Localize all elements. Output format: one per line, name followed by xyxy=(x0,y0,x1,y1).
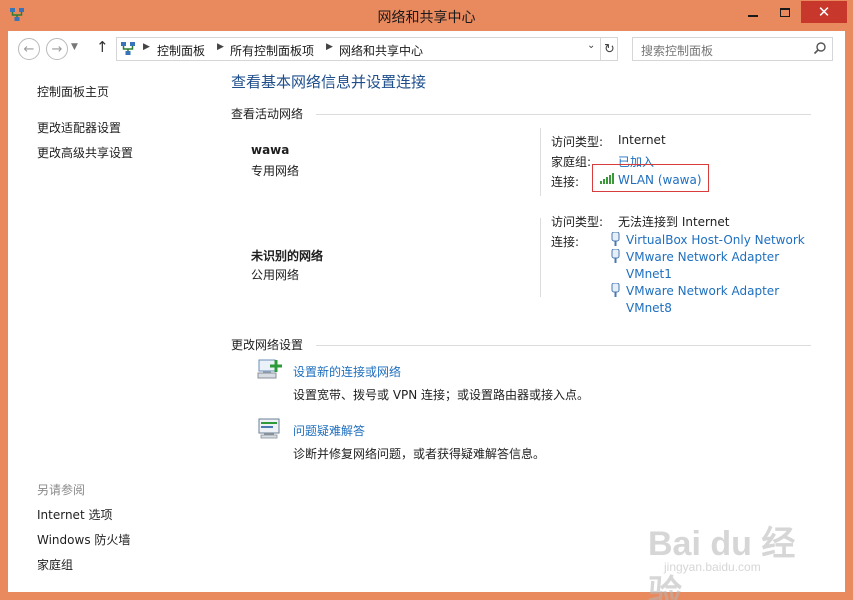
see-also-heading: 另请参阅 xyxy=(37,483,86,497)
access-type-value: Internet xyxy=(618,133,666,147)
see-also-homegroup[interactable]: 家庭组 xyxy=(37,556,73,573)
change-settings-heading: 更改网络设置 xyxy=(231,338,304,352)
main-content: 查看基本网络信息并设置连接 查看活动网络 wawa 专用网络 访问类型: Int… xyxy=(218,67,845,592)
close-icon: ✕ xyxy=(817,3,831,21)
connection-label: 连接: xyxy=(551,235,580,249)
section-divider xyxy=(316,114,811,115)
connection-label: 连接: xyxy=(551,175,580,189)
arrow-right-icon: → xyxy=(51,41,63,57)
sidebar-link-adapter-settings[interactable]: 更改适配器设置 xyxy=(37,119,121,136)
breadcrumb-network-center[interactable]: 网络和共享中心 xyxy=(339,42,423,59)
arrow-up-icon: ↑ xyxy=(96,38,109,56)
network-name: wawa xyxy=(251,143,290,157)
search-placeholder: 搜索控制面板 xyxy=(641,44,714,58)
close-button[interactable]: ✕ xyxy=(801,1,847,23)
recent-locations-button[interactable]: ▼ xyxy=(71,42,78,52)
network-category: 专用网络 xyxy=(251,164,300,178)
minimize-button[interactable] xyxy=(738,1,768,23)
vmnet8-connection-link[interactable]: VMware Network Adapter xyxy=(626,284,779,298)
title-bar[interactable]: 网络和共享中心 ✕ xyxy=(0,0,853,31)
breadcrumb-all-items[interactable]: 所有控制面板项 xyxy=(230,42,314,59)
section-divider xyxy=(316,345,811,346)
chevron-down-icon: ⌄ xyxy=(587,40,596,51)
access-type-label: 访问类型: xyxy=(551,215,604,229)
forward-button[interactable]: → xyxy=(46,38,68,60)
network-name: 未识别的网络 xyxy=(251,249,324,263)
see-also-internet-options[interactable]: Internet 选项 xyxy=(37,506,112,523)
access-type-label: 访问类型: xyxy=(551,135,604,149)
control-panel-icon xyxy=(121,42,135,55)
watermark-logo-text: Bai du 经验 xyxy=(648,525,796,600)
sidebar-link-sharing-settings[interactable]: 更改高级共享设置 xyxy=(37,144,133,161)
wifi-signal-icon xyxy=(600,173,614,184)
refresh-button[interactable]: ↻ xyxy=(600,38,618,60)
chevron-down-icon: ▼ xyxy=(71,42,78,52)
network-divider xyxy=(540,128,541,196)
baidu-watermark: Bai du 经验 jingyan.baidu.com xyxy=(648,516,818,600)
see-also-windows-firewall[interactable]: Windows 防火墙 xyxy=(37,531,130,548)
address-dropdown-button[interactable]: ⌄ xyxy=(587,40,595,51)
wlan-connection-link[interactable]: WLAN (wawa) xyxy=(618,173,702,187)
watermark-url: jingyan.baidu.com xyxy=(664,560,761,574)
breadcrumb-control-panel[interactable]: 控制面板 xyxy=(157,42,205,59)
network-adapter-icon xyxy=(611,283,620,297)
setup-connection-link[interactable]: 设置新的连接或网络 xyxy=(293,363,401,380)
search-icon[interactable] xyxy=(813,41,827,55)
troubleshoot-icon[interactable] xyxy=(257,417,283,441)
client-area: ← → ▼ ↑ ▶ 控制面板 ▶ 所有控制面板项 ▶ 网络和共享中心 ⌄ ↻ 搜… xyxy=(8,31,845,592)
maximize-button[interactable] xyxy=(770,1,800,23)
maximize-icon xyxy=(780,7,790,17)
arrow-left-icon: ← xyxy=(23,41,35,57)
active-networks-heading: 查看活动网络 xyxy=(231,107,304,121)
troubleshoot-link[interactable]: 问题疑难解答 xyxy=(293,422,365,439)
breadcrumb-separator-icon[interactable]: ▶ xyxy=(326,42,333,52)
back-button[interactable]: ← xyxy=(18,38,40,60)
minimize-icon xyxy=(748,15,758,17)
network-category: 公用网络 xyxy=(251,268,300,282)
vmnet8-connection-link-line2[interactable]: VMnet8 xyxy=(626,301,672,315)
page-title: 查看基本网络信息并设置连接 xyxy=(231,73,427,91)
sidebar-link-home[interactable]: 控制面板主页 xyxy=(37,83,109,100)
breadcrumb-separator-icon[interactable]: ▶ xyxy=(217,42,224,52)
homegroup-label: 家庭组: xyxy=(551,155,592,169)
network-divider xyxy=(540,218,541,297)
search-input[interactable]: 搜索控制面板 xyxy=(632,37,833,61)
refresh-icon: ↻ xyxy=(604,41,615,57)
vmnet1-connection-link[interactable]: VMware Network Adapter xyxy=(626,250,779,264)
vmnet1-connection-link-line2[interactable]: VMnet1 xyxy=(626,267,672,281)
virtualbox-connection-link[interactable]: VirtualBox Host-Only Network xyxy=(626,233,805,247)
window-title: 网络和共享中心 xyxy=(377,10,476,26)
navigation-bar: ← → ▼ ↑ ▶ 控制面板 ▶ 所有控制面板项 ▶ 网络和共享中心 ⌄ ↻ 搜… xyxy=(8,31,845,67)
up-button[interactable]: ↑ xyxy=(96,38,109,56)
address-bar[interactable]: ▶ 控制面板 ▶ 所有控制面板项 ▶ 网络和共享中心 ⌄ ↻ xyxy=(116,37,618,61)
new-connection-icon[interactable] xyxy=(257,358,283,382)
window: 网络和共享中心 ✕ ← → ▼ ↑ ▶ 控制面板 ▶ 所有控制面板项 ▶ 网络和… xyxy=(0,0,853,600)
troubleshoot-description: 诊断并修复网络问题，或者获得疑难解答信息。 xyxy=(293,447,546,461)
setup-connection-description: 设置宽带、拨号或 VPN 连接；或设置路由器或接入点。 xyxy=(293,388,590,402)
access-type-value: 无法连接到 Internet xyxy=(618,215,730,229)
breadcrumb-separator-icon[interactable]: ▶ xyxy=(143,42,150,52)
network-adapter-icon xyxy=(611,249,620,263)
network-adapter-icon xyxy=(611,232,620,246)
sidebar: 控制面板主页 更改适配器设置 更改高级共享设置 另请参阅 Internet 选项… xyxy=(8,67,218,592)
